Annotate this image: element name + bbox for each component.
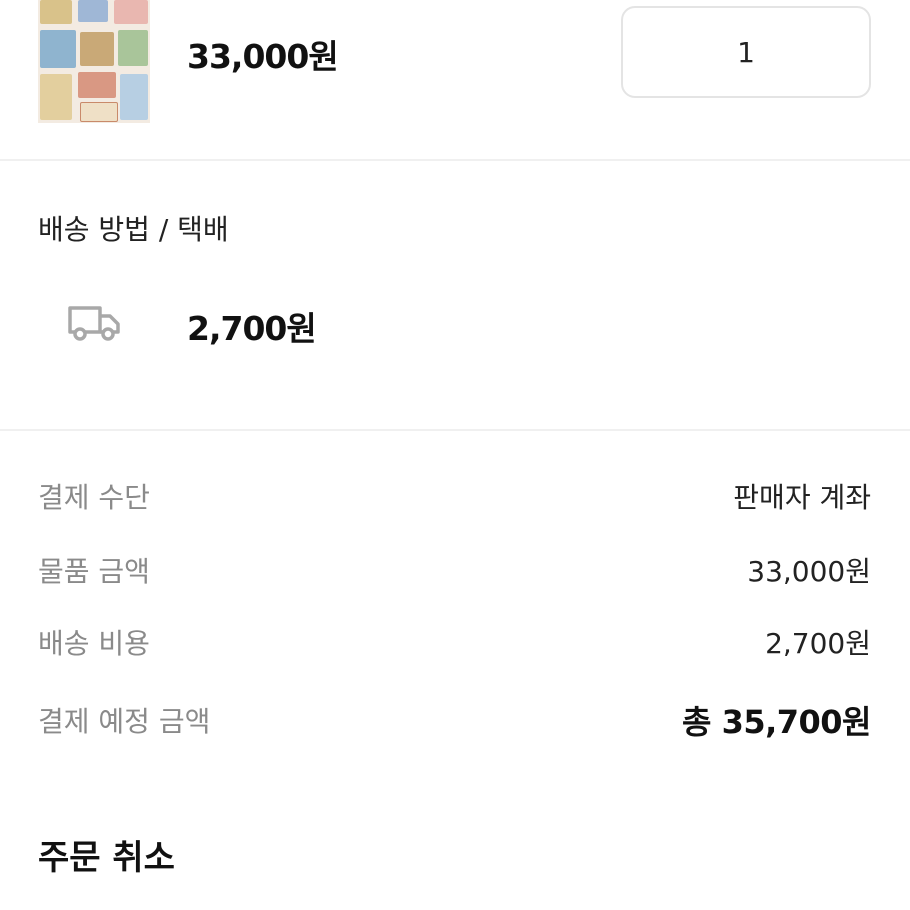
- total-amount-row: 결제 예정 금액 총 35,700원: [38, 697, 872, 743]
- item-amount-label: 물품 금액: [38, 555, 150, 588]
- item-amount-value: 33,000원: [747, 555, 871, 588]
- shipping-cost-label: 배송 비용: [38, 627, 150, 660]
- quantity-field[interactable]: 1: [621, 6, 871, 98]
- payment-method-value: 판매자 계좌: [733, 481, 871, 514]
- divider: [0, 429, 910, 431]
- quantity-value: 1: [737, 35, 755, 69]
- item-amount-row: 물품 금액 33,000원: [38, 550, 871, 590]
- shipping-cost-value: 2,700원: [765, 627, 871, 660]
- truck-icon: [68, 306, 120, 341]
- product-thumbnail: [38, 0, 150, 123]
- payment-method-label: 결제 수단: [38, 481, 150, 514]
- product-price: 33,000원: [187, 37, 339, 76]
- divider: [0, 159, 910, 161]
- payment-method-row: 결제 수단 판매자 계좌: [38, 476, 871, 516]
- shipping-method-title: 배송 방법 / 택배: [38, 213, 229, 246]
- shipping-cost-row: 배송 비용 2,700원: [38, 622, 871, 662]
- total-amount-value: 총 35,700원: [681, 703, 872, 741]
- shipping-price: 2,700원: [187, 309, 317, 348]
- cancel-order-button[interactable]: 주문 취소: [38, 830, 175, 879]
- total-amount-label: 결제 예정 금액: [38, 705, 211, 738]
